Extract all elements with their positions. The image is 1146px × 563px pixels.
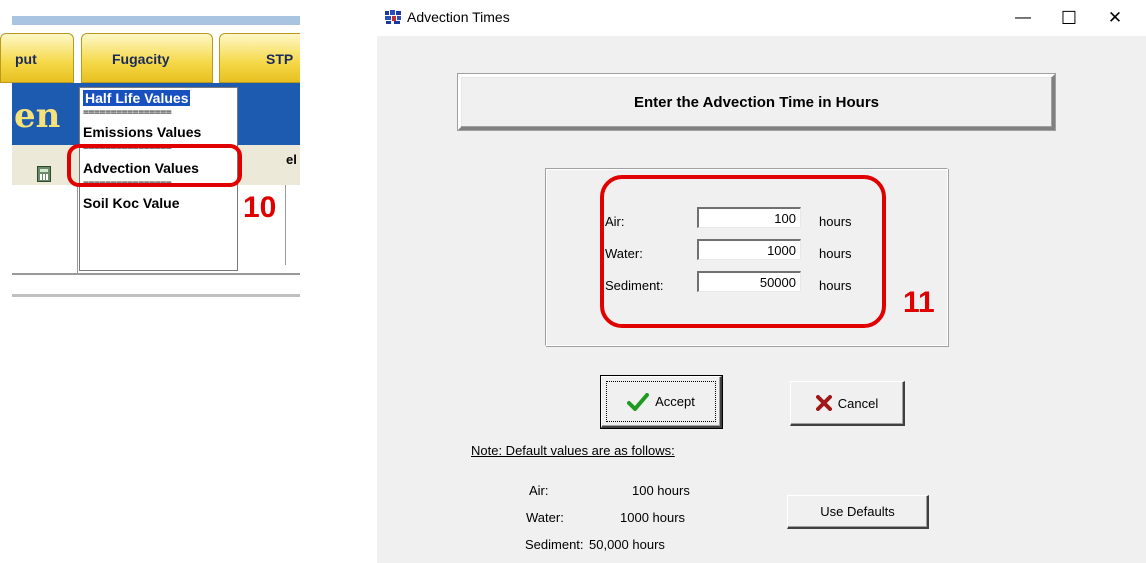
step-number-10: 10 — [243, 191, 277, 224]
divider — [12, 294, 300, 297]
tab-stp[interactable]: STP — [219, 33, 300, 83]
tab-stp-label: STP — [266, 51, 294, 67]
default-air-label: Air: — [529, 483, 549, 498]
close-button[interactable]: ✕ — [1092, 0, 1138, 36]
dialog-title: Advection Times — [407, 9, 510, 25]
app-icon — [384, 9, 402, 25]
use-defaults-label: Use Defaults — [820, 504, 895, 519]
focus-rectangle — [606, 381, 716, 422]
divider — [12, 273, 300, 275]
maximize-button[interactable]: ☐ — [1046, 0, 1092, 36]
default-water-value: 1000 hours — [620, 510, 686, 525]
menu-item-soil-koc[interactable]: Soil Koc Value — [83, 195, 179, 211]
cancel-button[interactable]: Cancel — [790, 381, 905, 426]
calculator-icon[interactable] — [37, 166, 51, 182]
window-top-strip — [12, 16, 300, 25]
default-water-label: Water: — [526, 510, 564, 525]
menu-item-emissions[interactable]: Emissions Values — [83, 124, 201, 140]
tab-output[interactable]: put — [0, 33, 74, 83]
close-icon: ✕ — [1107, 8, 1123, 27]
tab-fugacity-label: Fugacity — [112, 51, 170, 67]
minimize-icon: — — [1015, 9, 1031, 26]
defaults-note: Note: Default values are as follows: — [471, 443, 675, 458]
header-panel: Enter the Advection Time in Hours — [458, 74, 1055, 130]
default-sediment-value: 50,000 hours — [589, 537, 665, 552]
use-defaults-button[interactable]: Use Defaults — [787, 495, 929, 529]
divider — [285, 185, 286, 265]
accept-button[interactable]: Accept — [600, 375, 723, 429]
menu-item-half-life[interactable]: Half Life Values — [83, 90, 191, 106]
tab-output-label: put — [15, 51, 37, 67]
header-text: Enter the Advection Time in Hours — [633, 94, 880, 111]
app-title-fragment: en — [14, 96, 61, 136]
maximize-icon: ☐ — [1060, 7, 1078, 28]
cancel-label: Cancel — [837, 395, 879, 411]
toolbar-fragment-text: el — [286, 152, 297, 167]
highlight-advection-values — [67, 144, 242, 187]
default-sediment-label: Sediment: — [525, 537, 584, 552]
default-air-value: 100 hours — [632, 483, 690, 498]
cancel-x-icon — [815, 395, 832, 411]
step-number-11: 11 — [903, 286, 935, 319]
highlight-advection-fields — [600, 175, 886, 328]
menu-separator: ================ — [83, 107, 172, 118]
advection-times-dialog: Advection Times — ☐ ✕ Enter the Advectio… — [377, 0, 1146, 563]
divider — [77, 185, 78, 275]
tab-fugacity[interactable]: Fugacity — [81, 33, 213, 83]
app-screenshot-crop: put Fugacity STP en el 0 ○ ○ Half Life V… — [0, 0, 300, 300]
title-bar: Advection Times — ☐ ✕ — [377, 0, 1146, 36]
minimize-button[interactable]: — — [1000, 0, 1046, 36]
